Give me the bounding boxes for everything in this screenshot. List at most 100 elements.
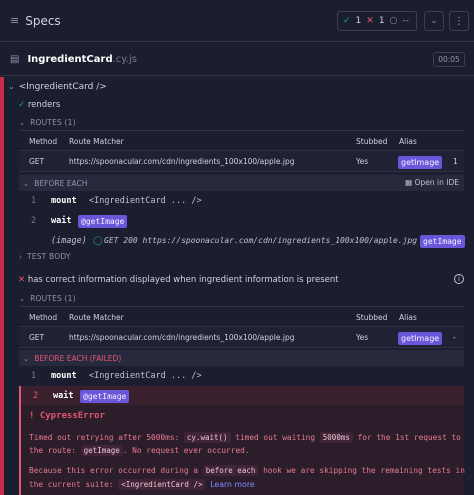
passed-icon: ✓ [343,16,351,26]
error-line-3: Because this error occurred during a bef… [29,465,465,476]
routes-table: Method Route Matcher Stubbed Alias GET h… [19,306,464,348]
command-row[interactable]: 1 mount <IngredientCard ... /> [19,366,464,386]
calendar-icon: ▦ [405,178,413,187]
pending-icon: ○ [389,16,398,26]
command-index: 1 [31,196,37,206]
image-log-label: (image) [51,236,87,246]
col-stubbed: Stubbed [356,137,388,146]
test-body-header-text: TEST BODY [27,252,71,261]
command-alias-badge: @getImage [78,215,128,228]
failed-count: 1 [378,16,385,26]
test-title: renders [27,100,61,110]
chevron-down-icon: ⌄ [430,16,438,26]
route-count: 1 [453,157,458,166]
test-title: has correct information displayed when i… [27,275,339,285]
error-panel: ! CypressError Timed out retrying after … [19,405,465,495]
reporter-main: ⌄ <IngredientCard /> ✓ renders ⌄ ROUTES (1… [0,77,474,495]
route-alias-badge: getImage [398,156,443,169]
before-each-hook: ⌄ BEFORE EACH ▦ Open in IDE 1 mount <Ing… [19,175,465,251]
pending-circle-icon: ◯ [93,236,103,246]
command-message: <IngredientCard ... /> [89,371,202,381]
more-icon: ⋮ [454,15,464,27]
chevron-down-icon: ⌄ [23,178,30,188]
command-name: wait [51,216,72,226]
image-log-row[interactable]: (image) ◯ GET 200 https://spoonacular.co… [19,231,465,251]
more-options-button[interactable]: ⋮ [449,11,469,31]
routes-table: Method Route Matcher Stubbed Alias GET h… [19,130,464,172]
route-matcher: https://spoonacular.com/cdn/ingredients_… [69,333,295,342]
routes-header-text: ROUTES (1) [30,118,76,127]
table-row[interactable]: GET https://spoonacular.com/cdn/ingredie… [19,151,464,172]
before-each-title: BEFORE EACH (FAILED) [34,353,122,363]
before-each-header[interactable]: ⌄ BEFORE EACH (FAILED) [19,350,464,366]
specs-title: Specs [25,13,61,28]
command-row[interactable]: 1 mount <IngredientCard ... /> [19,191,464,211]
suite-title[interactable]: ⌄ <IngredientCard /> [8,82,107,92]
error-text: hook we are skipping the remaining tests… [263,466,465,475]
pending-count: -- [402,16,409,26]
route-stubbed: Yes [356,157,369,166]
route-method: GET [29,157,45,166]
open-in-ide-link[interactable]: ▦ Open in IDE [405,178,459,187]
error-code: getImage [80,445,123,456]
error-code: 5000ms [319,432,353,443]
col-alias: Alias [399,137,417,146]
route-alias-badge: getImage [398,332,443,345]
info-icon[interactable]: i [454,274,464,284]
col-alias: Alias [399,313,417,322]
col-matcher: Route Matcher [69,137,124,146]
chevron-down-icon: ⌄ [19,119,26,127]
close-icon: ✕ [18,275,26,285]
document-icon: ▤ [10,53,20,65]
specs-header: ≡ Specs ✓ 1 ✕ 1 ○ -- ⌄ ⋮ [0,0,474,42]
spec-file-bar: ▤ IngredientCard .cy.js 00:05 [0,43,474,76]
error-code: cy.wait() [183,432,231,443]
check-icon: ✓ [18,100,26,110]
test-has-correct-information[interactable]: ✕ has correct information displayed when… [18,275,339,285]
error-text: the current suite: [29,480,114,489]
table-row[interactable]: GET https://spoonacular.com/cdn/ingredie… [19,327,464,348]
chevron-down-button[interactable]: ⌄ [424,11,444,31]
test-renders[interactable]: ✓ renders [18,100,60,110]
routes-header[interactable]: ⌄ ROUTES (1) [19,294,76,303]
error-text: . No request ever occurred. [122,446,250,455]
route-method: GET [29,333,45,342]
chevron-right-icon: › [19,253,22,261]
test-stats: ✓ 1 ✕ 1 ○ -- [337,11,417,31]
chevron-down-icon: ⌄ [19,295,26,303]
error-line-1: Timed out retrying after 5000ms: cy.wait… [29,432,461,443]
spec-file-name[interactable]: IngredientCard [27,54,112,65]
error-text: timed out waiting [235,433,316,442]
col-method: Method [29,313,58,322]
suite-title-text: <IngredientCard /> [18,82,107,92]
error-code: before each [202,465,259,476]
chevron-down-icon: ⌄ [8,82,15,91]
command-alias-badge: @getImage [80,390,130,403]
command-name: mount [51,371,77,381]
route-count: - [453,333,456,342]
command-index: 2 [31,216,37,226]
image-log-message: GET 200 https://spoonacular.com/cdn/ingr… [104,236,418,245]
error-text: Timed out retrying after 5000ms: [29,433,180,442]
failed-icon: ✕ [366,16,374,26]
specs-list-icon[interactable]: ≡ [10,14,19,27]
command-index: 2 [33,391,39,401]
routes-header-row: Method Route Matcher Stubbed Alias [19,307,464,327]
error-title: ! CypressError [29,411,105,421]
error-title-text: CypressError [39,411,105,421]
spec-file-ext: .cy.js [112,53,137,65]
command-row[interactable]: 2 wait @getImage [19,211,464,231]
learn-more-link[interactable]: Learn more [210,480,254,489]
test-body-header[interactable]: › TEST BODY [19,252,71,261]
command-row-failed[interactable]: 2 wait @getImage [19,386,464,406]
open-in-ide-text: Open in IDE [414,178,459,187]
col-method: Method [29,137,58,146]
chevron-down-icon: ⌄ [23,353,30,363]
routes-header[interactable]: ⌄ ROUTES (1) [19,118,76,127]
spec-duration: 00:05 [433,52,465,67]
route-matcher: https://spoonacular.com/cdn/ingredients_… [69,157,295,166]
command-index: 1 [31,371,37,381]
error-text: Because this error occurred during a [29,466,198,475]
before-each-header[interactable]: ⌄ BEFORE EACH ▦ Open in IDE [19,175,464,191]
alert-icon: ! [29,411,35,421]
